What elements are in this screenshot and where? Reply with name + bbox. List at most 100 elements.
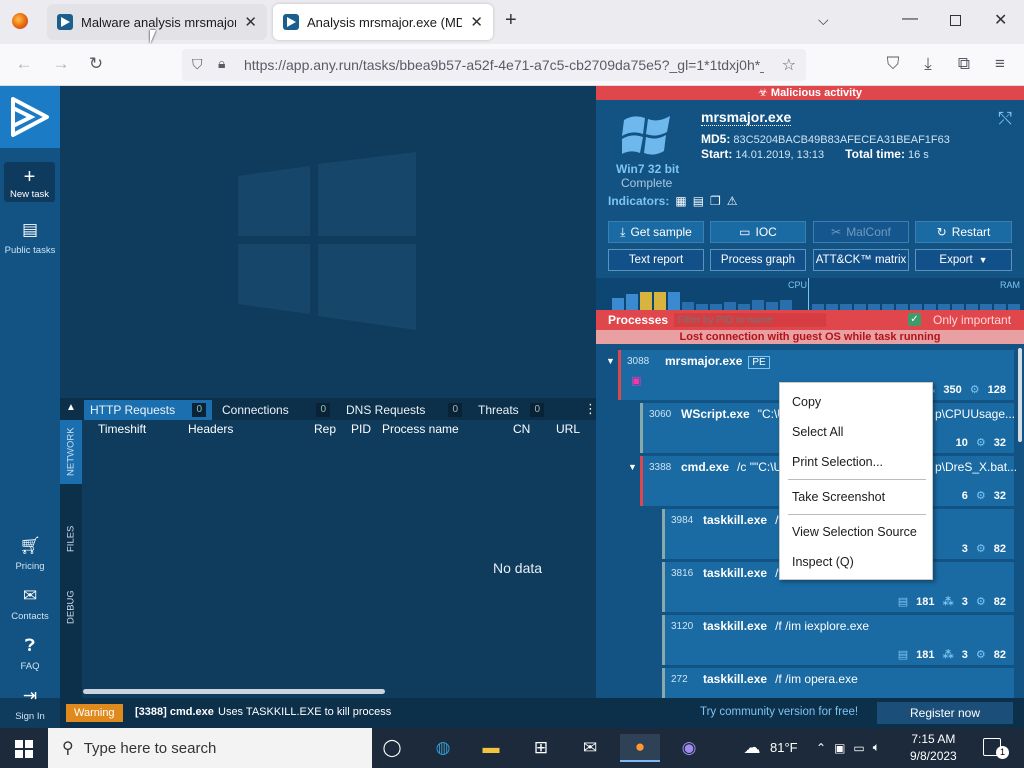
system-tray: ⌃ ▣ ▭ 🔈︎ bbox=[816, 740, 880, 755]
sidebar-item-new-task[interactable]: + New task bbox=[4, 162, 55, 202]
url-text[interactable]: https://app.any.run/tasks/bbea9b57-a52f-… bbox=[244, 57, 764, 73]
indicator-warning-icon[interactable]: ⚠ bbox=[727, 194, 738, 208]
clock[interactable]: 7:15 AM 9/8/2023 bbox=[910, 731, 957, 765]
vertical-scrollbar[interactable] bbox=[1018, 348, 1022, 442]
sidebar-item-pricing[interactable]: 🛒︎ Pricing bbox=[0, 536, 60, 572]
close-window-icon[interactable]: ✕ bbox=[994, 10, 1007, 30]
text-report-button[interactable]: Text report bbox=[608, 249, 704, 271]
empty-state-text: No data bbox=[493, 560, 543, 576]
menu-item-select-all[interactable]: Select All bbox=[792, 421, 922, 443]
tab-http-requests[interactable]: HTTP Requests 0 bbox=[84, 400, 212, 420]
get-sample-button[interactable]: ⤓ Get sample bbox=[608, 221, 704, 243]
process-row[interactable]: 3120 taskkill.exe/f /im iexplore.exe ▤ 18… bbox=[662, 615, 1014, 665]
indicator-files-icon[interactable]: ❐ bbox=[710, 194, 721, 208]
chevron-up-icon[interactable]: ⌃ bbox=[816, 741, 826, 755]
weather-temp[interactable]: 81°F bbox=[770, 740, 798, 755]
process-row[interactable]: 272 taskkill.exe/f /im opera.exe bbox=[662, 668, 1014, 698]
store-icon[interactable]: ⊞ bbox=[527, 734, 555, 762]
firefox-taskbar-icon[interactable]: ● bbox=[620, 734, 660, 762]
column-header[interactable]: CN bbox=[513, 422, 530, 436]
column-header[interactable]: Rep bbox=[314, 422, 336, 436]
reload-icon[interactable]: ↻ bbox=[85, 54, 107, 74]
network-icon[interactable]: ▭ bbox=[853, 741, 864, 755]
process-filter-input[interactable] bbox=[674, 313, 826, 327]
column-header[interactable]: Process name bbox=[382, 422, 459, 436]
volume-icon[interactable]: 🔈︎ bbox=[873, 740, 880, 755]
tab-malware-analysis[interactable]: Malware analysis mrsmajor.exe ✕ bbox=[47, 4, 267, 40]
mail-icon: ✉ bbox=[22, 586, 38, 605]
close-tab-icon[interactable]: ✕ bbox=[470, 13, 483, 31]
tab-dns-requests[interactable]: DNS Requests 0 bbox=[340, 400, 468, 420]
menu-item-take-screenshot[interactable]: Take Screenshot bbox=[792, 486, 922, 508]
bookmark-star-icon[interactable]: ☆ bbox=[782, 55, 796, 75]
sidebar-item-sign-in[interactable]: ⇥ Sign In bbox=[0, 686, 60, 722]
list-all-tabs-icon[interactable]: ⌵ bbox=[818, 12, 829, 29]
column-header[interactable]: Timeshift bbox=[98, 422, 146, 436]
community-link[interactable]: Try community version for free! bbox=[700, 706, 858, 718]
menu-item-copy[interactable]: Copy bbox=[792, 391, 922, 413]
restart-button[interactable]: ↻ Restart bbox=[915, 221, 1012, 243]
export-button[interactable]: Export ▼ bbox=[915, 249, 1012, 271]
sidebar-item-faq[interactable]: ❓︎ FAQ bbox=[0, 636, 60, 672]
column-header[interactable]: Headers bbox=[188, 422, 233, 436]
new-tab-button[interactable]: + bbox=[505, 9, 517, 32]
sidebar-item-contacts[interactable]: ✉ Contacts bbox=[0, 586, 60, 622]
edge-icon[interactable]: ◍ bbox=[429, 734, 457, 762]
malconf-button[interactable]: ✂ MalConf bbox=[813, 221, 909, 243]
taskbar-search-box[interactable]: ⚲ Type here to search bbox=[48, 728, 372, 768]
forward-icon[interactable]: → bbox=[50, 54, 72, 74]
meet-icon[interactable]: ▣ bbox=[834, 741, 845, 755]
mail-app-icon[interactable]: ✉ bbox=[576, 734, 604, 762]
only-important-checkbox[interactable]: ✓ bbox=[908, 313, 921, 326]
tracking-protection-icon[interactable]: ⛉ bbox=[192, 56, 203, 73]
maximize-icon[interactable] bbox=[950, 15, 961, 26]
expand-toggle-icon[interactable]: ▼ bbox=[606, 356, 615, 366]
processes-title: Processes bbox=[608, 313, 669, 327]
app-taskbar-icon[interactable]: ◉ bbox=[675, 734, 703, 762]
attck-matrix-button[interactable]: ATT&CK™ matrix bbox=[813, 249, 909, 271]
register-now-button[interactable]: Register now bbox=[877, 702, 1013, 724]
tab-connections[interactable]: Connections 0 bbox=[216, 400, 336, 420]
cpu-bar bbox=[682, 302, 694, 310]
menu-item-view-selection-source[interactable]: View Selection Source bbox=[792, 521, 922, 543]
collapse-panel-icon[interactable]: ▲ bbox=[66, 402, 76, 413]
ioc-button[interactable]: ▭ IOC bbox=[710, 221, 806, 243]
status-process[interactable]: [3388] cmd.exe bbox=[135, 706, 214, 718]
minimize-icon[interactable]: — bbox=[902, 10, 918, 28]
file-name[interactable]: mrsmajor.exe bbox=[701, 109, 792, 126]
horizontal-scrollbar[interactable] bbox=[83, 689, 385, 694]
task-view-icon[interactable]: ◯ bbox=[378, 734, 406, 762]
extensions-icon[interactable]: ⧉ bbox=[953, 54, 975, 74]
tab-analysis[interactable]: Analysis mrsmajor.exe (MD5: 8 ✕ bbox=[273, 4, 493, 40]
sidebar-item-public-tasks[interactable]: ▤ Public tasks bbox=[0, 220, 60, 256]
windows-start-icon[interactable] bbox=[15, 740, 33, 758]
modules-icon: ⚙ bbox=[975, 649, 986, 661]
downloads-icon[interactable]: ⤓ bbox=[917, 54, 939, 74]
process-graph-button[interactable]: Process graph bbox=[710, 249, 806, 271]
pocket-icon[interactable]: ⛉ bbox=[882, 54, 904, 74]
tab-debug[interactable]: DEBUG bbox=[60, 580, 82, 634]
tab-threats[interactable]: Threats 0 bbox=[472, 400, 550, 420]
indicator-exe-drop-icon[interactable]: ▤ bbox=[693, 194, 704, 208]
back-icon[interactable]: ← bbox=[13, 54, 35, 74]
indicator-executable-icon[interactable]: ▦ bbox=[675, 194, 686, 208]
close-tab-icon[interactable]: ✕ bbox=[244, 13, 257, 31]
vm-screen[interactable] bbox=[60, 86, 596, 398]
anyrun-logo[interactable] bbox=[0, 86, 60, 148]
expand-toggle-icon[interactable]: ▼ bbox=[628, 462, 637, 472]
menu-item-print-selection[interactable]: Print Selection... bbox=[792, 451, 922, 473]
tab-network[interactable]: NETWORK bbox=[60, 420, 82, 484]
share-icon[interactable]: ⤲ bbox=[998, 109, 1012, 129]
file-explorer-icon[interactable]: ▬ bbox=[477, 734, 505, 762]
weather-icon[interactable]: ☁ bbox=[738, 734, 766, 762]
app-menu-icon[interactable]: ≡ bbox=[989, 54, 1011, 74]
url-bar[interactable]: ⛉ 🔒︎ https://app.any.run/tasks/bbea9b57-… bbox=[182, 49, 806, 81]
plus-icon: + bbox=[23, 166, 36, 188]
lock-icon[interactable]: 🔒︎ bbox=[218, 55, 225, 72]
tab-files[interactable]: FILES bbox=[60, 504, 82, 574]
firefox-menu-icon[interactable] bbox=[12, 13, 28, 29]
column-header[interactable]: PID bbox=[351, 422, 371, 436]
processes-header: Processes ✓ Only important bbox=[596, 310, 1024, 330]
column-header[interactable]: URL bbox=[556, 422, 580, 436]
menu-item-inspect[interactable]: Inspect (Q) bbox=[792, 551, 922, 573]
